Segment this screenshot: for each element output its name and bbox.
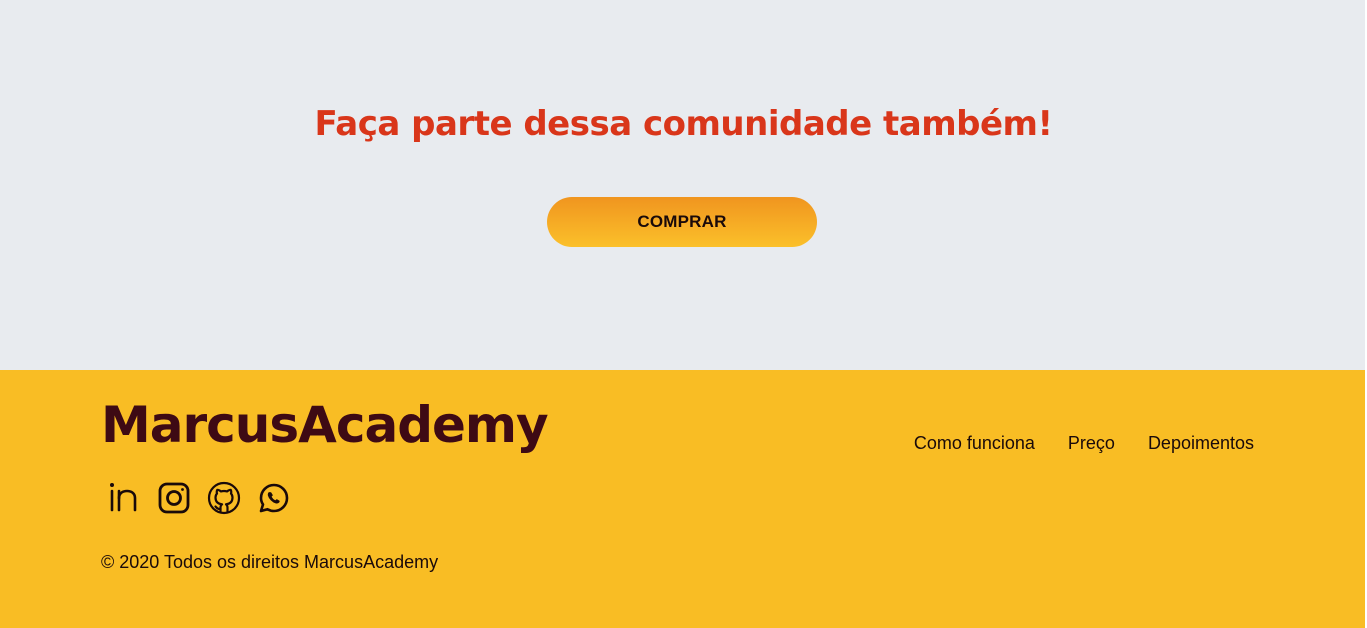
nav-link-preco[interactable]: Preço — [1068, 433, 1115, 454]
nav-link-depoimentos[interactable]: Depoimentos — [1148, 433, 1254, 454]
cta-title: Faça parte dessa comunidade também! — [314, 104, 1053, 144]
footer: MarcusAcademy © 2020 Todos os direitos M… — [0, 370, 1365, 628]
linkedin-icon — [110, 483, 137, 512]
footer-logo[interactable]: MarcusAcademy — [101, 400, 549, 450]
instagram-link[interactable] — [156, 480, 192, 516]
copyright-text: © 2020 Todos os direitos MarcusAcademy — [101, 552, 439, 572]
github-link[interactable] — [206, 480, 242, 516]
whatsapp-icon — [259, 483, 289, 513]
buy-button[interactable]: COMPRAR — [547, 197, 817, 247]
cta-section: Faça parte dessa comunidade também! COMP… — [0, 0, 1367, 370]
footer-nav: Como funciona Preço Depoimentos — [914, 433, 1254, 454]
nav-link-como-funciona[interactable]: Como funciona — [914, 433, 1035, 454]
instagram-icon — [158, 482, 190, 514]
github-icon — [207, 481, 241, 515]
whatsapp-link[interactable] — [256, 480, 292, 516]
social-links — [106, 480, 292, 516]
linkedin-link[interactable] — [106, 480, 142, 516]
